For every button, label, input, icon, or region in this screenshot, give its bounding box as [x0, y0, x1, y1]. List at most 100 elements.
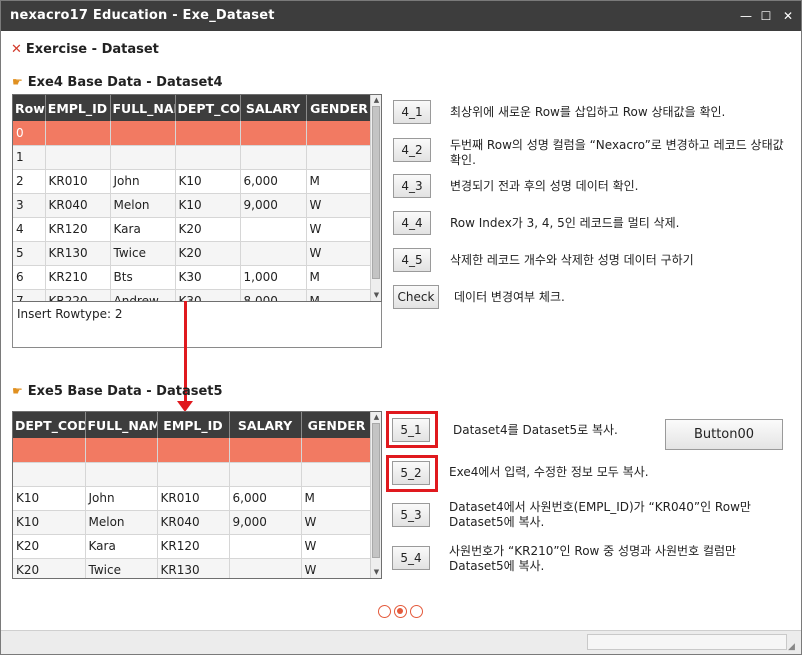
- column-header[interactable]: FULL_NAI: [110, 95, 176, 121]
- table-cell[interactable]: [175, 121, 241, 146]
- table-cell[interactable]: KR210: [45, 265, 111, 290]
- table-cell[interactable]: [301, 438, 373, 463]
- table-cell[interactable]: 1: [13, 145, 46, 170]
- task4-button-1[interactable]: 4_2: [393, 138, 431, 162]
- table-cell[interactable]: Andrew: [110, 289, 176, 301]
- column-header[interactable]: FULL_NAM: [85, 412, 158, 438]
- task5-button-3[interactable]: 5_4: [392, 546, 430, 570]
- maximize-icon[interactable]: ☐: [756, 6, 776, 26]
- minimize-icon[interactable]: —: [736, 6, 756, 26]
- resize-grip-icon[interactable]: ◢: [788, 642, 798, 652]
- table-cell[interactable]: Melon: [110, 193, 176, 218]
- table-cell[interactable]: 4: [13, 217, 46, 242]
- table-cell[interactable]: 9,000: [240, 193, 307, 218]
- table-cell[interactable]: 6,000: [229, 486, 302, 511]
- scroll-down-icon[interactable]: ▼: [372, 291, 381, 300]
- table-cell[interactable]: K20: [175, 217, 241, 242]
- table-cell[interactable]: K30: [175, 265, 241, 290]
- table-cell[interactable]: [301, 462, 373, 487]
- table-cell[interactable]: John: [110, 169, 176, 194]
- table-row[interactable]: 7 KR220 Andrew K30 8,000 M: [13, 289, 373, 301]
- table-cell[interactable]: KR120: [157, 534, 230, 559]
- table-cell[interactable]: [229, 462, 302, 487]
- table-cell[interactable]: [306, 121, 373, 146]
- dataset5-scrollbar[interactable]: ▲ ▼: [370, 412, 381, 578]
- table-cell[interactable]: W: [301, 558, 373, 578]
- table-cell[interactable]: M: [301, 486, 373, 511]
- table-cell[interactable]: 8,000: [240, 289, 307, 301]
- table-cell[interactable]: [175, 145, 241, 170]
- table-row[interactable]: [13, 462, 373, 487]
- table-cell[interactable]: [157, 462, 230, 487]
- table-cell[interactable]: [229, 438, 302, 463]
- table-row[interactable]: 2 KR010 John K10 6,000 M: [13, 169, 373, 194]
- column-header[interactable]: EMPL_ID: [45, 95, 111, 121]
- table-cell[interactable]: 9,000: [229, 510, 302, 535]
- table-cell[interactable]: KR220: [45, 289, 111, 301]
- table-cell[interactable]: K10: [175, 193, 241, 218]
- table-cell[interactable]: [13, 462, 86, 487]
- task4-button-3[interactable]: 4_4: [393, 211, 431, 235]
- close-icon[interactable]: ✕: [778, 6, 798, 26]
- table-cell[interactable]: M: [306, 169, 373, 194]
- column-header[interactable]: DEPT_CO: [175, 95, 241, 121]
- table-cell[interactable]: K20: [175, 241, 241, 266]
- table-cell[interactable]: Kara: [85, 534, 158, 559]
- table-cell[interactable]: [45, 121, 111, 146]
- scroll-down-icon[interactable]: ▼: [372, 568, 381, 577]
- table-cell[interactable]: K10: [13, 510, 86, 535]
- table-cell[interactable]: [229, 534, 302, 559]
- table-cell[interactable]: [240, 145, 307, 170]
- task4-button-5[interactable]: Check: [393, 285, 439, 309]
- table-cell[interactable]: 2: [13, 169, 46, 194]
- table-cell[interactable]: 1,000: [240, 265, 307, 290]
- table-cell[interactable]: KR120: [45, 217, 111, 242]
- pager-dot-3[interactable]: [410, 605, 423, 618]
- table-cell[interactable]: 7: [13, 289, 46, 301]
- table-cell[interactable]: K20: [13, 558, 86, 578]
- table-cell[interactable]: 6,000: [240, 169, 307, 194]
- table-row[interactable]: K20 Kara KR120 W: [13, 534, 373, 559]
- table-row[interactable]: 4 KR120 Kara K20 W: [13, 217, 373, 242]
- table-cell[interactable]: KR130: [157, 558, 230, 578]
- table-cell[interactable]: W: [306, 241, 373, 266]
- table-cell[interactable]: Kara: [110, 217, 176, 242]
- task4-button-0[interactable]: 4_1: [393, 100, 431, 124]
- table-cell[interactable]: K10: [13, 486, 86, 511]
- table-cell[interactable]: [240, 121, 307, 146]
- task4-button-2[interactable]: 4_3: [393, 174, 431, 198]
- table-cell[interactable]: K20: [13, 534, 86, 559]
- table-cell[interactable]: [85, 462, 158, 487]
- table-cell[interactable]: [240, 241, 307, 266]
- table-cell[interactable]: [13, 438, 86, 463]
- table-cell[interactable]: Bts: [110, 265, 176, 290]
- scroll-thumb[interactable]: [372, 423, 380, 558]
- pager-dot-1[interactable]: [378, 605, 391, 618]
- table-row[interactable]: 3 KR040 Melon K10 9,000 W: [13, 193, 373, 218]
- table-row[interactable]: K10 Melon KR040 9,000 W: [13, 510, 373, 535]
- dataset4-grid[interactable]: Row EMPL_ID FULL_NAI DEPT_CO SALARY GENDER 01…: [12, 94, 382, 302]
- table-cell[interactable]: M: [306, 265, 373, 290]
- table-cell[interactable]: KR040: [45, 193, 111, 218]
- table-row[interactable]: 0: [13, 121, 373, 146]
- scroll-up-icon[interactable]: ▲: [372, 413, 381, 422]
- table-cell[interactable]: M: [306, 289, 373, 301]
- table-row[interactable]: 1: [13, 145, 373, 170]
- dataset5-grid[interactable]: DEPT_COD FULL_NAM EMPL_ID SALARY GENDER K10 J…: [12, 411, 382, 579]
- column-header[interactable]: DEPT_COD: [13, 412, 86, 438]
- table-cell[interactable]: [110, 145, 176, 170]
- table-cell[interactable]: 5: [13, 241, 46, 266]
- table-cell[interactable]: [85, 438, 158, 463]
- scroll-up-icon[interactable]: ▲: [372, 96, 381, 105]
- scroll-thumb[interactable]: [372, 106, 380, 279]
- table-row[interactable]: [13, 438, 373, 463]
- table-cell[interactable]: KR010: [157, 486, 230, 511]
- table-row[interactable]: 6 KR210 Bts K30 1,000 M: [13, 265, 373, 290]
- table-cell[interactable]: W: [306, 193, 373, 218]
- table-cell[interactable]: [229, 558, 302, 578]
- table-cell[interactable]: Twice: [110, 241, 176, 266]
- column-header[interactable]: SALARY: [229, 412, 302, 438]
- table-cell[interactable]: 6: [13, 265, 46, 290]
- column-header[interactable]: Row: [13, 95, 46, 121]
- dataset4-scrollbar[interactable]: ▲ ▼: [370, 95, 381, 301]
